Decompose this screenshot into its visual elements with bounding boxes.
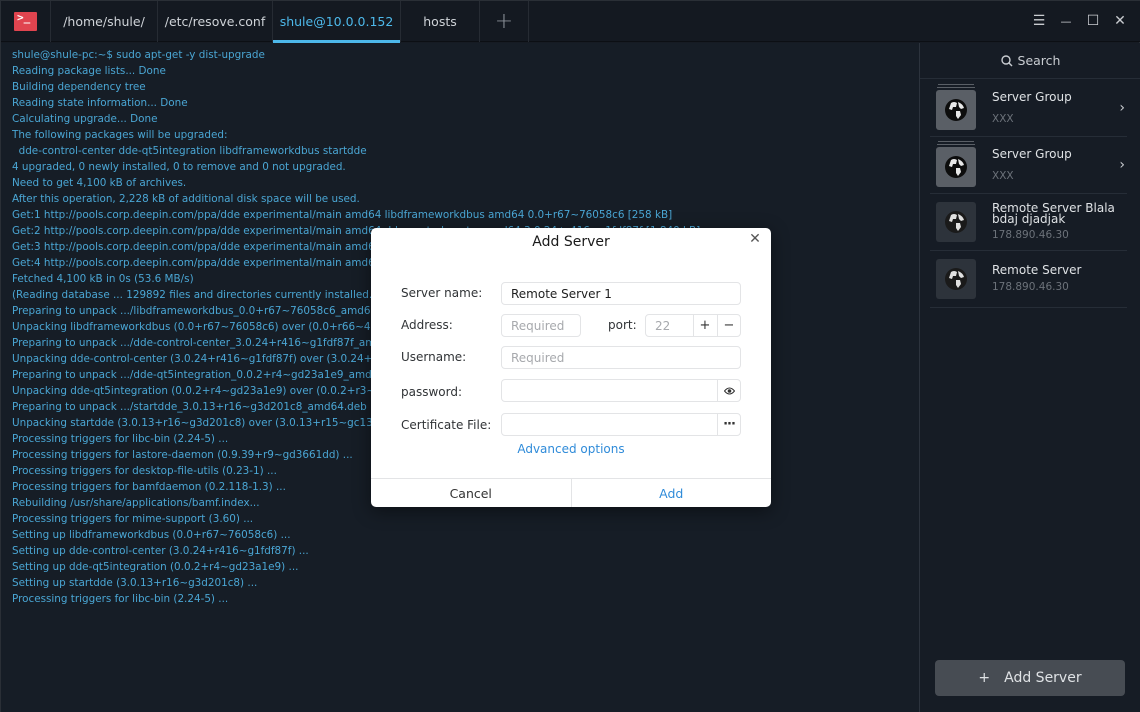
terminal-line: Calculating upgrade... Done	[12, 113, 158, 125]
title-bar: >_ /home/shule/ /etc/resove.conf shule@1…	[1, 1, 1140, 43]
chevron-right-icon: ›	[1119, 157, 1125, 173]
plus-icon: +	[978, 670, 991, 686]
eye-icon	[723, 387, 735, 394]
plus-icon: +	[699, 318, 711, 333]
server-item[interactable]: Remote Server Blala bdaj djadjak 178.890…	[930, 194, 1127, 251]
tab-hosts[interactable]: hosts	[400, 1, 479, 42]
dialog-footer: Cancel Add	[371, 478, 771, 507]
terminal-line: Building dependency tree	[12, 81, 146, 93]
username-input[interactable]: Required	[501, 346, 741, 369]
minimize-button[interactable]: —	[1056, 11, 1076, 31]
server-icon	[936, 259, 976, 299]
terminal-line: Get:1 http://pools.corp.deepin.com/ppa/d…	[12, 209, 673, 221]
port-increment-button[interactable]: +	[693, 315, 716, 336]
minus-icon: −	[723, 318, 735, 333]
tab-home-shule[interactable]: /home/shule/	[50, 1, 157, 42]
terminal-line: shule@shule-pc:~$ sudo apt-get -y dist-u…	[12, 49, 265, 61]
globe-icon	[945, 99, 967, 121]
globe-icon	[945, 211, 967, 233]
terminal-line: Processing triggers for libc-bin (2.24-5…	[12, 593, 229, 605]
add-server-button[interactable]: + Add Server	[935, 660, 1125, 696]
chevron-right-icon: ›	[1119, 100, 1125, 116]
server-group-icon	[936, 141, 976, 187]
close-button[interactable]: ✕	[1110, 11, 1130, 31]
terminal-line: Setting up dde-control-center (3.0.24+r4…	[12, 545, 309, 557]
password-label: password:	[401, 385, 463, 399]
port-decrement-button[interactable]: −	[717, 315, 740, 336]
server-panel: Search Server Group XXX › Server Group X…	[919, 43, 1140, 712]
show-password-button[interactable]	[717, 380, 740, 401]
terminal-window: >_ /home/shule/ /etc/resove.conf shule@1…	[0, 0, 1140, 712]
address-input[interactable]: Required	[501, 314, 581, 337]
server-group-item[interactable]: Server Group XXX ›	[930, 80, 1127, 137]
more-icon: ···	[723, 417, 736, 432]
port-label: port:	[608, 318, 637, 332]
terminal-line: Setting up dde-qt5integration (0.0.2+r4~…	[12, 561, 299, 573]
port-value: 22	[655, 318, 671, 333]
tab-ssh-session[interactable]: shule@10.0.0.152	[272, 1, 400, 43]
terminal-app-icon: >_	[14, 11, 37, 31]
server-group-icon	[936, 84, 976, 130]
dialog-close-button[interactable]: ✕	[747, 231, 763, 247]
terminal-line: 4 upgraded, 0 newly installed, 0 to remo…	[12, 161, 346, 173]
server-item[interactable]: Remote Server 178.890.46.30	[930, 251, 1127, 308]
server-name-label: Server name:	[401, 286, 483, 300]
hamburger-icon: ☰	[1032, 13, 1046, 29]
plus-icon: +	[494, 9, 514, 34]
terminal-line: After this operation, 2,228 kB of additi…	[12, 193, 360, 205]
terminal-line: Reading package lists... Done	[12, 65, 166, 77]
maximize-button[interactable]: ☐	[1083, 11, 1103, 31]
certificate-label: Certificate File:	[401, 418, 492, 432]
dialog-title: Add Server	[532, 234, 610, 250]
advanced-options-link[interactable]: Advanced options	[371, 442, 771, 456]
terminal-line: Setting up startdde (3.0.13+r16~g3d201c8…	[12, 577, 258, 589]
terminal-line: dde-control-center dde-qt5integration li…	[12, 145, 367, 157]
terminal-line: The following packages will be upgraded:	[12, 129, 228, 141]
username-label: Username:	[401, 350, 467, 364]
menu-button[interactable]: ☰	[1029, 11, 1049, 31]
browse-file-button[interactable]: ···	[717, 414, 740, 435]
globe-icon	[945, 156, 967, 178]
globe-icon	[945, 268, 967, 290]
tab-resolve-conf[interactable]: /etc/resove.conf	[157, 1, 272, 42]
terminal-line: Setting up libdframeworkdbus (0.0+r67~76…	[12, 529, 291, 541]
terminal-line: Reading state information... Done	[12, 97, 188, 109]
password-input[interactable]	[501, 379, 741, 402]
cancel-button[interactable]: Cancel	[371, 479, 571, 507]
certificate-file-input[interactable]: ···	[501, 413, 741, 436]
add-tab-button[interactable]: +	[479, 1, 529, 42]
port-stepper[interactable]: 22 + −	[645, 314, 741, 337]
close-icon: ✕	[1114, 13, 1126, 29]
server-group-item[interactable]: Server Group XXX ›	[930, 137, 1127, 194]
search-icon	[1000, 54, 1013, 66]
terminal-line: Processing triggers for mime-support (3.…	[12, 513, 254, 525]
address-label: Address:	[401, 318, 453, 332]
add-server-dialog: Add Server ✕ Server name: Remote Server …	[371, 228, 771, 507]
server-icon	[936, 202, 976, 242]
server-search[interactable]: Search	[920, 43, 1140, 79]
terminal-line: Need to get 4,100 kB of archives.	[12, 177, 187, 189]
maximize-icon: ☐	[1086, 13, 1100, 29]
close-icon: ✕	[749, 231, 761, 247]
server-name-input[interactable]: Remote Server 1	[501, 282, 741, 305]
add-button[interactable]: Add	[570, 479, 772, 507]
minimize-icon: —	[1060, 14, 1072, 28]
